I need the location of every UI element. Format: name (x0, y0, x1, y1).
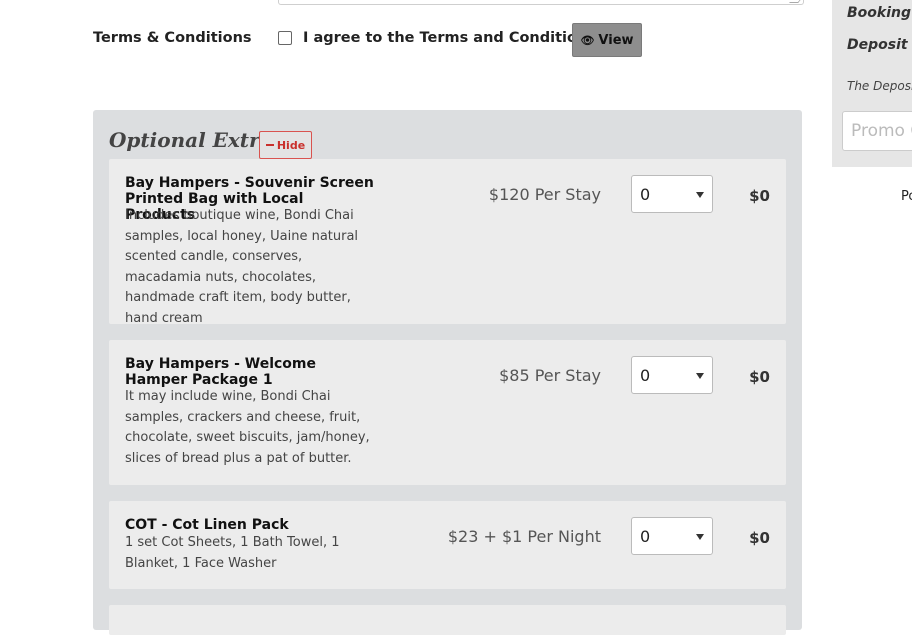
sidebar-footer-text: Po (901, 189, 912, 204)
caret-down-icon (696, 373, 704, 379)
resize-grip-icon[interactable] (789, 0, 804, 3)
extra-item (109, 605, 786, 635)
caret-down-icon (696, 192, 704, 198)
deposit-note: The Deposit (847, 79, 912, 93)
quantity-value: 0 (640, 526, 651, 546)
view-terms-label: View (598, 32, 634, 48)
caret-down-icon (696, 534, 704, 540)
textarea-bottom-edge[interactable] (278, 0, 804, 5)
extra-item-description: 1 set Cot Sheets, 1 Bath Towel, 1 Blanke… (125, 535, 340, 571)
hide-extras-button[interactable]: Hide (259, 131, 312, 159)
extra-item: COT - Cot Linen Pack 1 set Cot Sheets, 1… (109, 501, 786, 589)
quantity-value: 0 (640, 365, 651, 385)
terms-agree-label[interactable]: I agree to the Terms and Conditions (303, 30, 596, 46)
extra-item: Bay Hampers - Souvenir Screen Printed Ba… (109, 159, 786, 326)
extra-item-description: It may include wine, Bondi Chai samples,… (125, 389, 370, 466)
quantity-value: 0 (640, 184, 651, 204)
extra-item-name: Bay Hampers - Welcome Hamper Package 1 (125, 356, 316, 388)
extra-item-price: $23 + $1 Per Night (447, 527, 601, 546)
view-terms-button[interactable]: 👁 View (572, 23, 642, 57)
booking-total-label: Booking T (847, 5, 912, 21)
extra-item-price: $85 Per Stay (499, 366, 601, 385)
promo-code-input[interactable]: Promo C (842, 111, 912, 151)
terms-label: Terms & Conditions (93, 30, 252, 46)
quantity-select[interactable]: 0 (631, 175, 713, 213)
optional-extras-title: Optional Extras (109, 128, 284, 152)
quantity-select[interactable]: 0 (631, 356, 713, 394)
eye-icon: 👁 (580, 33, 595, 47)
extra-item-total: $0 (749, 529, 770, 547)
extra-item-total: $0 (749, 187, 770, 205)
extra-item: Bay Hampers - Welcome Hamper Package 1 I… (109, 340, 786, 485)
minus-icon (265, 144, 274, 146)
quantity-select[interactable]: 0 (631, 517, 713, 555)
terms-checkbox[interactable] (278, 31, 292, 45)
extra-item-price: $120 Per Stay (488, 185, 601, 204)
hide-extras-label: Hide (276, 138, 306, 152)
deposit-due-label: Deposit D (847, 37, 912, 53)
extra-item-total: $0 (749, 368, 770, 386)
extra-item-name: COT - Cot Linen Pack (125, 517, 289, 533)
extra-item-description: Includes boutique wine, Bondi Chai sampl… (125, 208, 359, 326)
